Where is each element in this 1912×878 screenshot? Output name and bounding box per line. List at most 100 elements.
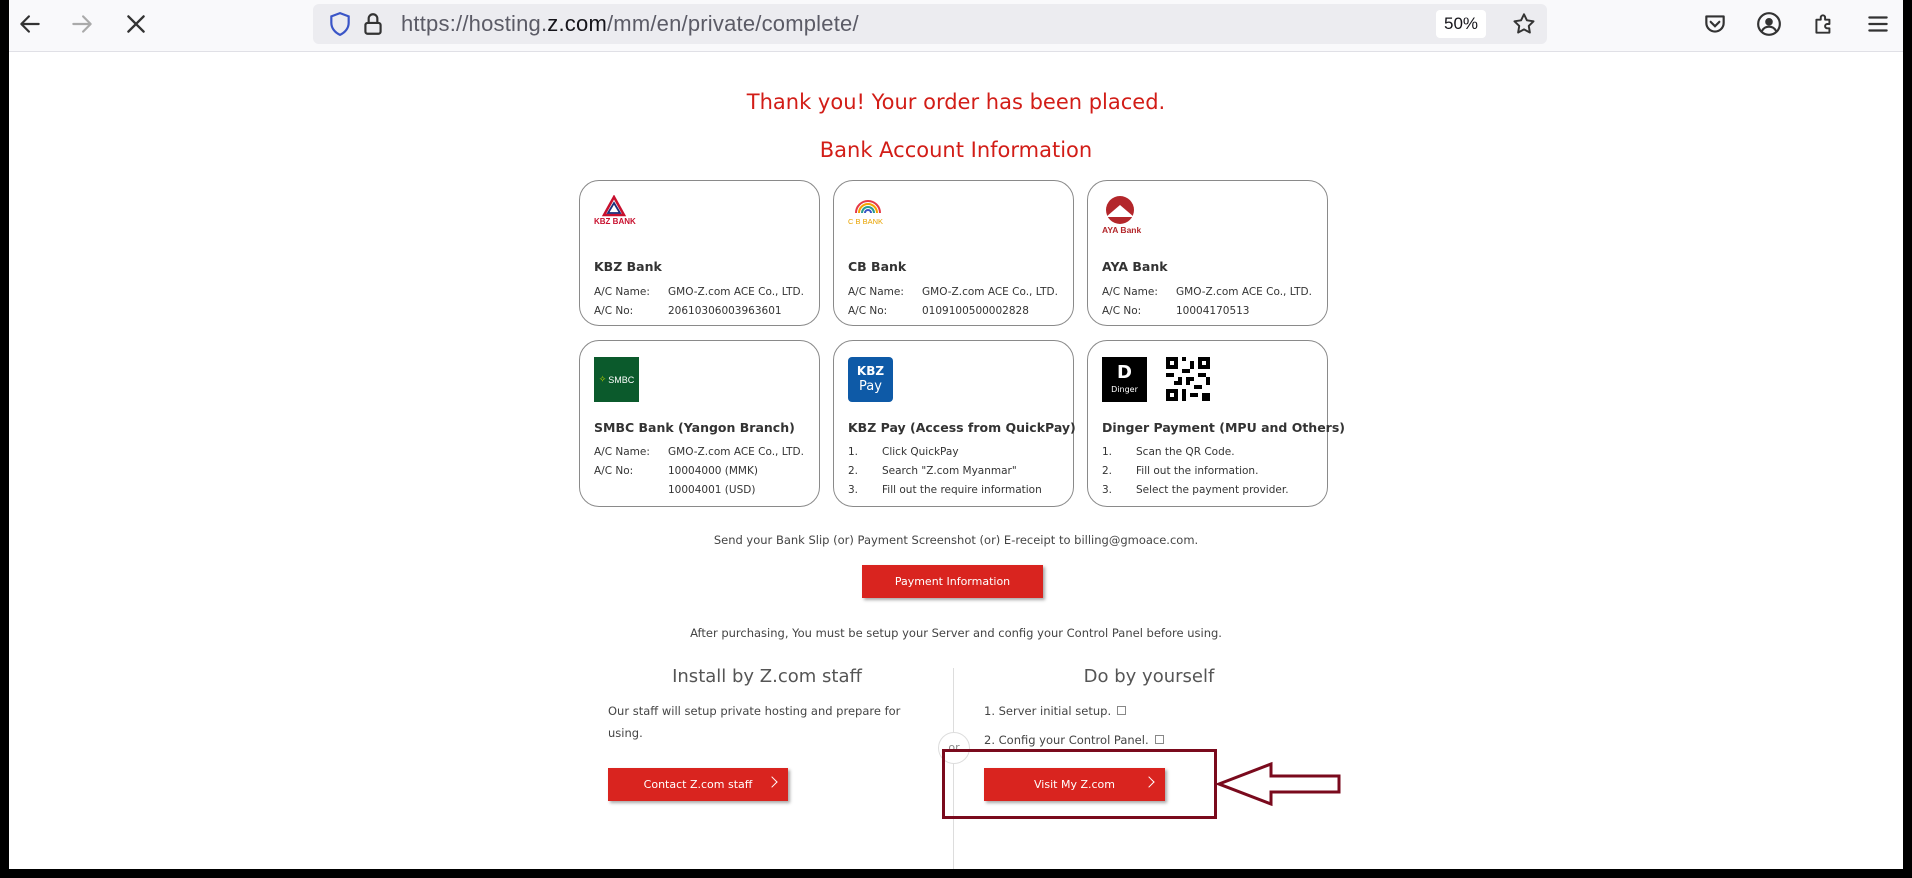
ac-name-value: GMO-Z.com ACE Co., LTD. <box>922 286 1058 298</box>
url-text[interactable]: https://hosting.z.com/mm/en/private/comp… <box>401 11 859 37</box>
do-by-yourself-title: Do by yourself <box>1083 666 1215 687</box>
qr-code-image <box>1166 357 1210 406</box>
ac-name-value: GMO-Z.com ACE Co., LTD. <box>668 446 804 458</box>
bank-name: AYA Bank <box>1102 259 1168 274</box>
diy-item-label: 2. Config your Control Panel. <box>984 733 1149 747</box>
smbc-logo: ✧ SMBC <box>594 357 639 402</box>
step-number: 1. <box>848 446 859 458</box>
ac-name-label: A/C Name: <box>594 446 650 458</box>
step-text: Click QuickPay <box>882 446 959 458</box>
step-text: Select the payment provider. <box>1136 484 1289 496</box>
bank-card-smbc: ✧ SMBC SMBC Bank (Yangon Branch) A/C Name… <box>579 340 820 507</box>
ac-no-label: A/C No: <box>594 305 634 317</box>
ac-name-row: A/C Name: GMO-Z.com ACE Co., LTD. <box>848 286 1058 298</box>
annotation-arrow-icon <box>1215 761 1341 807</box>
stop-loading-icon[interactable] <box>121 9 151 39</box>
bookmark-star-icon[interactable] <box>1509 9 1539 39</box>
cb-bank-logo: C B BANK <box>848 195 898 226</box>
install-by-staff-title: Install by Z.com staff <box>672 666 862 687</box>
back-arrow-icon[interactable] <box>15 9 45 39</box>
step-text: Search "Z.com Myanmar" <box>882 465 1017 477</box>
account-icon[interactable] <box>1754 9 1784 39</box>
chevron-right-icon <box>766 776 778 788</box>
ac-no-row: A/C No: 20610306003963601 <box>594 305 782 317</box>
bank-name: SMBC Bank (Yangon Branch) <box>594 420 795 435</box>
external-link-icon <box>1117 706 1127 715</box>
ac-no-value: 10004000 (MMK) <box>668 465 758 477</box>
bank-account-heading: Bank Account Information <box>819 138 1093 162</box>
kbzpay-logo: KBZ Pay <box>848 357 893 402</box>
step-number: 2. <box>848 465 859 477</box>
aya-bank-logo: AYA Bank <box>1102 195 1141 235</box>
ac-no-label: A/C No: <box>848 305 888 317</box>
dinger-logo-text: Dinger <box>1111 385 1138 394</box>
ac-name-row: A/C Name: GMO-Z.com ACE Co., LTD. <box>1102 286 1312 298</box>
ac-name-row: A/C Name: GMO-Z.com ACE Co., LTD. <box>594 286 804 298</box>
dinger-d-glyph: D <box>1117 362 1132 383</box>
aya-logo-text: AYA Bank <box>1102 225 1142 235</box>
external-link-icon <box>1154 735 1164 744</box>
install-by-staff-desc: Our staff will setup private hosting and… <box>608 704 901 740</box>
kbz-logo-text: KBZ BANK <box>594 217 636 226</box>
url-bar[interactable]: https://hosting.z.com/mm/en/private/comp… <box>313 4 1547 44</box>
ac-no-label: A/C No: <box>594 465 634 477</box>
ac-no-row: A/C No: 10004000 (MMK) <box>594 465 758 477</box>
step-number: 1. <box>1102 446 1113 458</box>
send-slip-text: Send your Bank Slip (or) Payment Screens… <box>713 533 1199 547</box>
ac-no-row-2: 10004001 (USD) <box>594 484 755 496</box>
contact-staff-button[interactable]: Contact Z.com staff <box>608 768 788 801</box>
diy-item-server-setup[interactable]: 1. Server initial setup. <box>984 700 1127 722</box>
diy-item-config-panel[interactable]: 2. Config your Control Panel. <box>984 729 1164 751</box>
ac-no-label: A/C No: <box>1102 305 1142 317</box>
ac-no-value: 20610306003963601 <box>668 305 782 317</box>
after-purchasing-text: After purchasing, You must be setup your… <box>690 626 1222 640</box>
lock-icon[interactable] <box>358 9 388 39</box>
ac-name-row: A/C Name: GMO-Z.com ACE Co., LTD. <box>594 446 804 458</box>
ac-name-label: A/C Name: <box>594 286 650 298</box>
ac-no-value: 0109100500002828 <box>922 305 1029 317</box>
forward-arrow-icon[interactable] <box>67 9 97 39</box>
step-number: 2. <box>1102 465 1113 477</box>
bank-card-aya: AYA Bank AYA Bank A/C Name: GMO-Z.com ACE… <box>1087 180 1328 326</box>
contact-staff-label: Contact Z.com staff <box>643 778 753 791</box>
extensions-icon[interactable] <box>1809 9 1839 39</box>
ac-no-value: 10004170513 <box>1176 305 1250 317</box>
smbc-leaf-icon: ✧ <box>598 374 607 384</box>
url-domain: z.com <box>547 11 607 36</box>
bank-name: CB Bank <box>848 259 907 274</box>
bank-card-kbzpay: KBZ Pay KBZ Pay (Access from QuickPay) 1… <box>833 340 1076 507</box>
step-row: 1. Scan the QR Code. <box>1102 446 1235 458</box>
smbc-logo-text: SMBC <box>608 374 635 385</box>
step-row: 3. Select the payment provider. <box>1102 484 1289 496</box>
bank-name: KBZ Bank <box>594 259 662 274</box>
bank-card-kbz: KBZ BANK KBZ Bank A/C Name: GMO-Z.com ACE… <box>579 180 820 326</box>
step-number: 3. <box>1102 484 1113 496</box>
ac-name-value: GMO-Z.com ACE Co., LTD. <box>1176 286 1312 298</box>
annotation-highlight-box <box>942 749 1217 819</box>
kbz-bank-logo: KBZ BANK <box>594 194 644 234</box>
bank-card-dinger: D Dinger Dinger Payment (MPU and Others)… <box>1087 340 1345 507</box>
browser-window: https://hosting.z.com/mm/en/private/comp… <box>9 0 1903 869</box>
step-row: 3. Fill out the require information <box>848 484 1042 496</box>
kbzpay-logo-text-2: Pay <box>859 379 882 394</box>
menu-hamburger-icon[interactable] <box>1863 9 1893 39</box>
url-prefix: https://hosting. <box>401 11 548 36</box>
step-row: 2. Fill out the information. <box>1102 465 1258 477</box>
url-path: /mm/en/private/complete/ <box>606 11 859 36</box>
ac-name-label: A/C Name: <box>1102 286 1158 298</box>
diy-item-label: 1. Server initial setup. <box>984 704 1112 718</box>
ac-no-row: A/C No: 0109100500002828 <box>848 305 1029 317</box>
step-text: Fill out the information. <box>1136 465 1259 477</box>
pocket-icon[interactable] <box>1700 9 1730 39</box>
cb-logo-text: C B BANK <box>848 217 884 226</box>
zoom-indicator[interactable]: 50% <box>1436 10 1486 38</box>
bank-name: Dinger Payment (MPU and Others) <box>1102 420 1345 435</box>
step-text: Scan the QR Code. <box>1136 446 1235 458</box>
thank-you-heading: Thank you! Your order has been placed. <box>746 90 1166 114</box>
bank-name: KBZ Pay (Access from QuickPay) <box>848 420 1076 435</box>
step-number: 3. <box>848 484 859 496</box>
shield-icon[interactable] <box>325 9 355 39</box>
ac-no-value-2: 10004001 (USD) <box>668 484 756 496</box>
payment-information-button[interactable]: Payment Information <box>862 565 1043 598</box>
step-text: Fill out the require information <box>882 484 1042 496</box>
